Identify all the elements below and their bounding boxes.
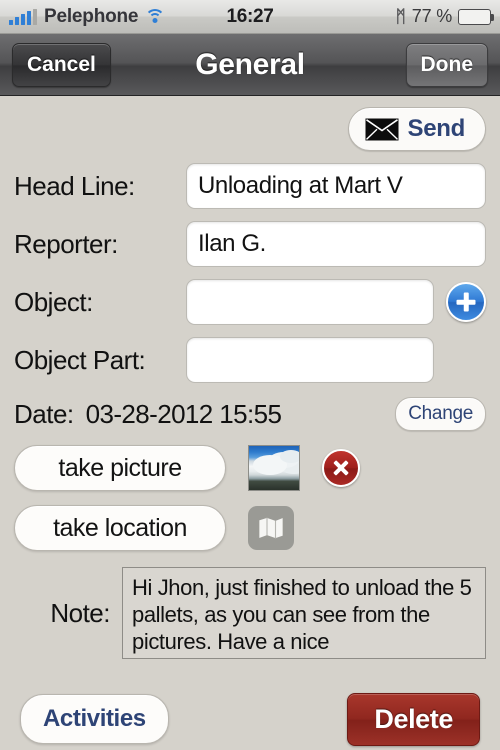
photo-thumbnail[interactable]: [248, 445, 300, 491]
carrier-name: Pelephone: [44, 5, 139, 27]
form-content: Send Head Line: Unloading at Mart V Repo…: [0, 96, 500, 659]
head-line-input[interactable]: Unloading at Mart V: [186, 163, 486, 209]
take-location-button[interactable]: take location: [14, 505, 226, 551]
send-label: Send: [407, 115, 466, 142]
note-label: Note:: [50, 597, 110, 628]
cancel-button[interactable]: Cancel: [12, 42, 111, 87]
take-picture-row: take picture: [14, 445, 486, 491]
navigation-bar: Cancel General Done: [0, 34, 500, 96]
status-bar-left: Pelephone: [9, 5, 166, 28]
delete-picture-icon[interactable]: [322, 449, 360, 487]
send-row: Send: [14, 96, 486, 151]
reporter-label: Reporter:: [14, 228, 118, 259]
object-part-row: Object Part:: [14, 337, 486, 383]
object-label: Object:: [14, 286, 93, 317]
battery-percent-label: 77 %: [411, 6, 452, 26]
head-line-label: Head Line:: [14, 170, 135, 201]
wifi-icon: [145, 9, 166, 24]
object-part-input[interactable]: [186, 337, 434, 383]
add-object-button[interactable]: [446, 282, 486, 322]
take-location-row: take location: [14, 505, 486, 551]
take-picture-button[interactable]: take picture: [14, 445, 226, 491]
done-button[interactable]: Done: [405, 42, 488, 87]
head-line-row: Head Line: Unloading at Mart V: [14, 163, 486, 209]
send-button[interactable]: Send: [347, 107, 486, 151]
note-row: Note: Hi Jhon, just finished to unload t…: [14, 567, 486, 659]
activities-button[interactable]: Activities: [20, 694, 169, 744]
bluetooth-icon: ᛗ: [395, 7, 406, 26]
status-bar: Pelephone 16:27 ᛗ 77 %: [0, 0, 500, 34]
date-label: Date:: [14, 398, 74, 429]
reporter-input[interactable]: Ilan G.: [186, 221, 486, 267]
status-bar-right: ᛗ 77 %: [395, 6, 494, 27]
change-date-button[interactable]: Change: [395, 397, 486, 431]
battery-icon: [458, 8, 494, 25]
object-part-label: Object Part:: [14, 344, 146, 375]
delete-button[interactable]: Delete: [347, 692, 480, 746]
date-value: 03-28-2012 15:55: [85, 398, 282, 429]
object-input[interactable]: [186, 279, 434, 325]
bottom-bar: Activities Delete: [0, 688, 500, 750]
date-row: Date: 03-28-2012 15:55 Change: [14, 397, 486, 431]
reporter-row: Reporter: Ilan G.: [14, 221, 486, 267]
envelope-icon: [365, 118, 399, 141]
note-textarea[interactable]: Hi Jhon, just finished to unload the 5 p…: [122, 567, 486, 659]
object-row: Object:: [14, 279, 486, 325]
signal-strength-icon: [9, 8, 37, 25]
map-icon[interactable]: [248, 506, 294, 550]
